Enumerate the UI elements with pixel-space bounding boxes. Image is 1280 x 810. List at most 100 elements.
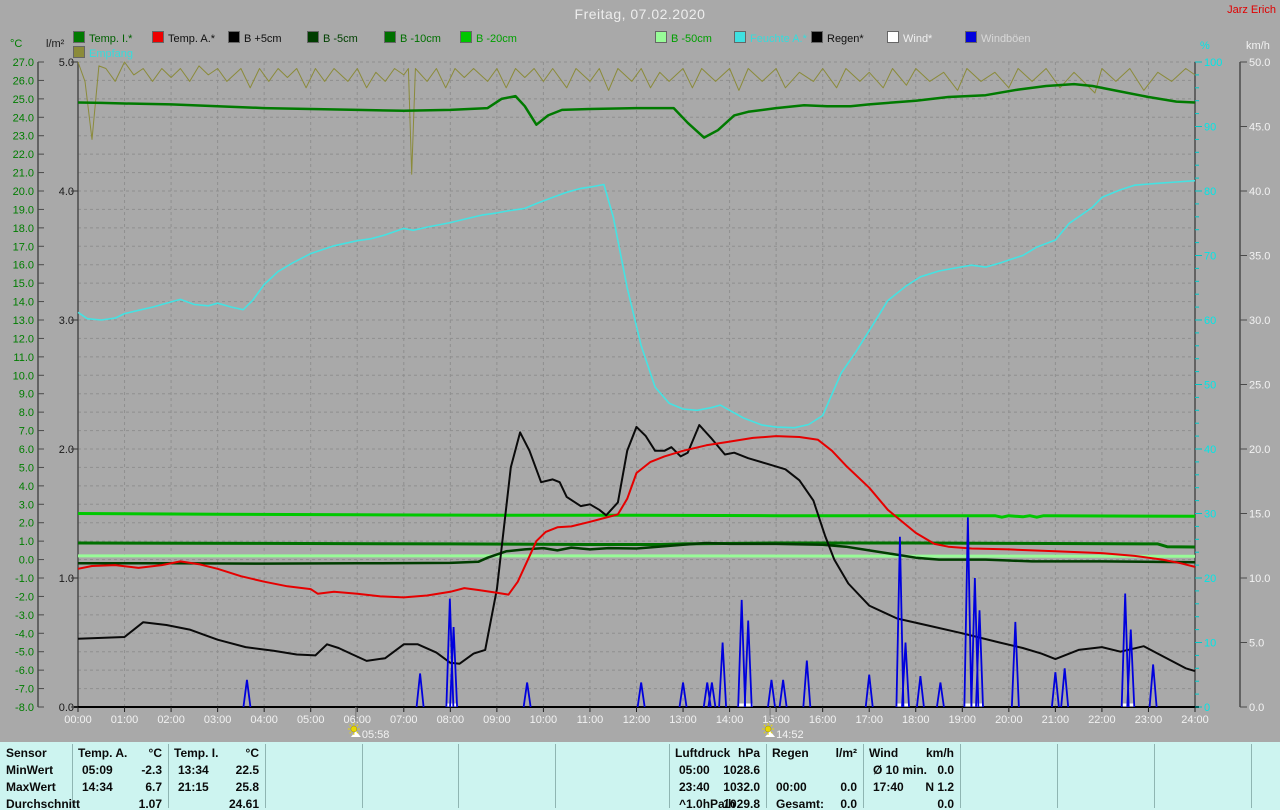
svg-text:0.0: 0.0 [59, 702, 74, 714]
svg-text:60: 60 [1204, 315, 1216, 327]
legend-label: Temp. A.* [168, 33, 215, 45]
svg-text:04:00: 04:00 [250, 714, 278, 726]
series-b10 [78, 543, 1195, 547]
table-cell-unit-3: l/m² [772, 746, 857, 760]
svg-text:14.0: 14.0 [13, 297, 34, 309]
axis-frame [38, 62, 1240, 707]
svg-text:20: 20 [1204, 573, 1216, 585]
weather-station-day-view: -8.0-7.0-6.0-5.0-4.0-3.0-2.0-1.00.01.02.… [0, 0, 1280, 810]
grid-layer [78, 62, 1195, 707]
svg-text:22:00: 22:00 [1088, 714, 1116, 726]
legend-item-feuchte-a-: Feuchte A.* [734, 31, 807, 43]
table-column-separator [168, 744, 169, 808]
table-cell-4-r1-value: N 1.2 [869, 780, 954, 794]
legend-item-empfang: Empfang [73, 46, 133, 58]
legend-item-b-10cm: B -10cm [384, 31, 441, 43]
svg-text:06:00: 06:00 [343, 714, 371, 726]
series-windboeen [243, 517, 1156, 707]
svg-text:11:00: 11:00 [577, 714, 604, 726]
table-cell-unit-1: °C [174, 746, 259, 760]
svg-text:13.0: 13.0 [13, 315, 34, 327]
legend-label: Wind* [903, 33, 932, 45]
svg-text:-8.0: -8.0 [15, 702, 34, 714]
legend-swatch [811, 31, 823, 43]
legend-item-b-50cm: B -50cm [655, 31, 712, 43]
svg-text:16:00: 16:00 [809, 714, 837, 726]
svg-text:21.0: 21.0 [13, 168, 34, 180]
svg-text:01:00: 01:00 [111, 714, 139, 726]
legend-item-windb-en: Windböen [965, 31, 1031, 43]
axis-unit-humidity: % [1200, 40, 1210, 52]
svg-text:24:00: 24:00 [1181, 714, 1209, 726]
svg-text:22.0: 22.0 [13, 149, 34, 161]
legend-swatch [73, 46, 85, 58]
svg-text:70: 70 [1204, 251, 1216, 263]
legend-item-temp-i-: Temp. I.* [73, 31, 132, 43]
legend-swatch [655, 31, 667, 43]
axis-labels-wind: 0.05.010.015.020.025.030.035.040.045.050… [1240, 57, 1270, 714]
table-column-separator [863, 744, 864, 808]
legend-label: B -5cm [323, 33, 358, 45]
table-cell-3-r1-value: 0.0 [772, 780, 857, 794]
table-cell-1-r0-value: 22.5 [174, 763, 259, 777]
svg-text:25.0: 25.0 [13, 94, 34, 106]
legend-swatch [734, 31, 746, 43]
svg-text:15.0: 15.0 [13, 278, 34, 290]
svg-text:2.0: 2.0 [19, 518, 34, 530]
svg-text:23:00: 23:00 [1135, 714, 1163, 726]
svg-text:-1.0: -1.0 [15, 573, 34, 585]
table-cell-0-r2-value: 1.07 [78, 797, 162, 810]
svg-text:00:00: 00:00 [64, 714, 92, 726]
svg-text:10: 10 [1204, 638, 1216, 650]
legend-swatch [460, 31, 472, 43]
table-cell-0-r0-value: -2.3 [78, 763, 162, 777]
svg-text:19:00: 19:00 [949, 714, 977, 726]
table-cell-2-r1-value: 1032.0 [675, 780, 760, 794]
svg-text:03:00: 03:00 [204, 714, 232, 726]
svg-text:12.0: 12.0 [13, 333, 34, 345]
weather-chart: -8.0-7.0-6.0-5.0-4.0-3.0-2.0-1.00.01.02.… [0, 0, 1280, 742]
table-cell-unit-4: km/h [869, 746, 954, 760]
legend-swatch [73, 31, 85, 43]
legend-label: Regen* [827, 33, 864, 45]
sunset-time-label: 14:52 [776, 729, 804, 741]
table-cell-1-r1-value: 25.8 [174, 780, 259, 794]
legend-item-b-5cm: B -5cm [307, 31, 358, 43]
table-cell-2-r2-value: 1029.8 [675, 797, 760, 810]
svg-text:2.0: 2.0 [59, 444, 74, 456]
legend-item-b-20cm: B -20cm [460, 31, 517, 43]
svg-text:-3.0: -3.0 [15, 610, 34, 622]
svg-text:20:00: 20:00 [995, 714, 1023, 726]
svg-text:1.0: 1.0 [59, 573, 74, 585]
svg-text:3.0: 3.0 [19, 499, 34, 511]
svg-text:11.0: 11.0 [13, 352, 34, 364]
svg-text:19.0: 19.0 [13, 204, 34, 216]
legend-item-b-5cm: B +5cm [228, 31, 282, 43]
legend-label: Feuchte A.* [750, 33, 807, 45]
legend-item-wind-: Wind* [887, 31, 932, 43]
table-column-separator [766, 744, 767, 808]
svg-text:-4.0: -4.0 [15, 628, 34, 640]
legend-label: B -50cm [671, 33, 712, 45]
table-column-separator [1154, 744, 1155, 808]
table-column-separator [960, 744, 961, 808]
table-cell-4-r2-value: 0.0 [869, 797, 954, 810]
sunrise-time-label: 05:58 [362, 729, 390, 741]
table-cell-unit-2: hPa [675, 746, 760, 760]
table-column-separator [669, 744, 670, 808]
svg-text:4.0: 4.0 [59, 186, 74, 198]
axis-unit-rain: l/m² [46, 38, 64, 50]
daily-stats-table: SensorMinWertMaxWertDurchschnittTemp. A.… [0, 742, 1280, 810]
legend-swatch [384, 31, 396, 43]
svg-text:10:00: 10:00 [530, 714, 558, 726]
svg-text:4.0: 4.0 [19, 481, 34, 493]
svg-text:13:00: 13:00 [669, 714, 697, 726]
svg-text:07:00: 07:00 [390, 714, 418, 726]
table-cell-unit-0: °C [78, 746, 162, 760]
svg-text:5.0: 5.0 [1249, 638, 1264, 650]
table-column-separator [1251, 744, 1252, 808]
legend-label: Empfang [89, 48, 133, 60]
legend-item-temp-a-: Temp. A.* [152, 31, 215, 43]
table-cell-rowlabel-0: Sensor [6, 746, 68, 760]
table-cell-3-r2-value: 0.0 [772, 797, 857, 810]
